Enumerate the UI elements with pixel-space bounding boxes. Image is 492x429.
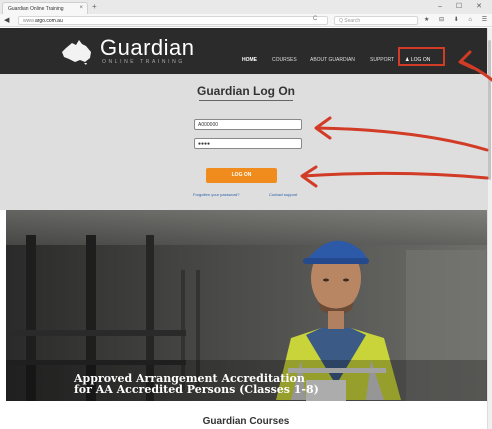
window-controls[interactable]: – ☐ ✕ xyxy=(438,2,488,10)
site-header: Guardian ONLINE TRAINING HOME COURSES AB… xyxy=(0,28,492,74)
courses-heading: Guardian Courses xyxy=(202,416,290,427)
tab-title: Guardian Online Training xyxy=(8,6,64,12)
browser-toolbar: ◀ www.argo.com.au C Q Search ★ ⊟ ⬇ ⌂ ☰ xyxy=(0,14,492,27)
reload-icon[interactable]: C xyxy=(313,16,317,22)
address-bar[interactable]: www.argo.com.au xyxy=(18,16,328,25)
tab-close-icon[interactable]: × xyxy=(79,5,83,11)
brand-tagline: ONLINE TRAINING xyxy=(102,59,185,65)
login-button[interactable]: LOG ON xyxy=(206,168,277,183)
brand-name: Guardian xyxy=(100,35,195,60)
username-field[interactable]: A000000 xyxy=(194,119,302,130)
australia-map-icon xyxy=(62,40,91,65)
password-field[interactable]: ●●●● xyxy=(194,138,302,149)
nav-courses[interactable]: COURSES xyxy=(272,57,297,63)
nav-support[interactable]: SUPPORT xyxy=(370,57,394,63)
login-panel: Guardian Log On A000000 ●●●● LOG ON Forg… xyxy=(0,74,492,210)
back-arrow-icon[interactable]: ◀ xyxy=(4,16,9,24)
search-input[interactable]: Q Search xyxy=(334,16,418,25)
hero-caption: Approved Arrangement Accreditation for A… xyxy=(74,373,319,395)
title-underline xyxy=(199,100,293,101)
courses-section: Guardian Courses xyxy=(0,401,492,429)
login-title: Guardian Log On xyxy=(197,84,295,98)
url-prefix: www. xyxy=(23,18,35,24)
hero-caption-line2: for AA Accredited Persons (Classes 1-8) xyxy=(74,383,319,396)
nav-home[interactable]: HOME xyxy=(242,57,257,63)
browser-window: Guardian Online Training × + – ☐ ✕ ◀ www… xyxy=(0,0,492,429)
toolbar-icons[interactable]: ★ ⊟ ⬇ ⌂ ☰ xyxy=(424,16,491,23)
new-tab-button[interactable]: + xyxy=(92,3,97,11)
site-logo[interactable]: Guardian ONLINE TRAINING xyxy=(60,35,210,68)
browser-tab[interactable]: Guardian Online Training × xyxy=(2,2,88,14)
login-highlight-box xyxy=(398,47,445,66)
tab-strip: Guardian Online Training × + – ☐ ✕ xyxy=(0,0,492,14)
scrollbar-thumb[interactable] xyxy=(488,40,491,180)
hero-banner: Approved Arrangement Accreditation for A… xyxy=(6,210,487,401)
contact-support-link[interactable]: Contact support xyxy=(269,192,297,197)
nav-about[interactable]: ABOUT GUARDIAN xyxy=(310,57,355,63)
forgot-password-link[interactable]: Forgotten your password? xyxy=(193,192,239,197)
url-domain: argo.com.au xyxy=(34,18,63,24)
